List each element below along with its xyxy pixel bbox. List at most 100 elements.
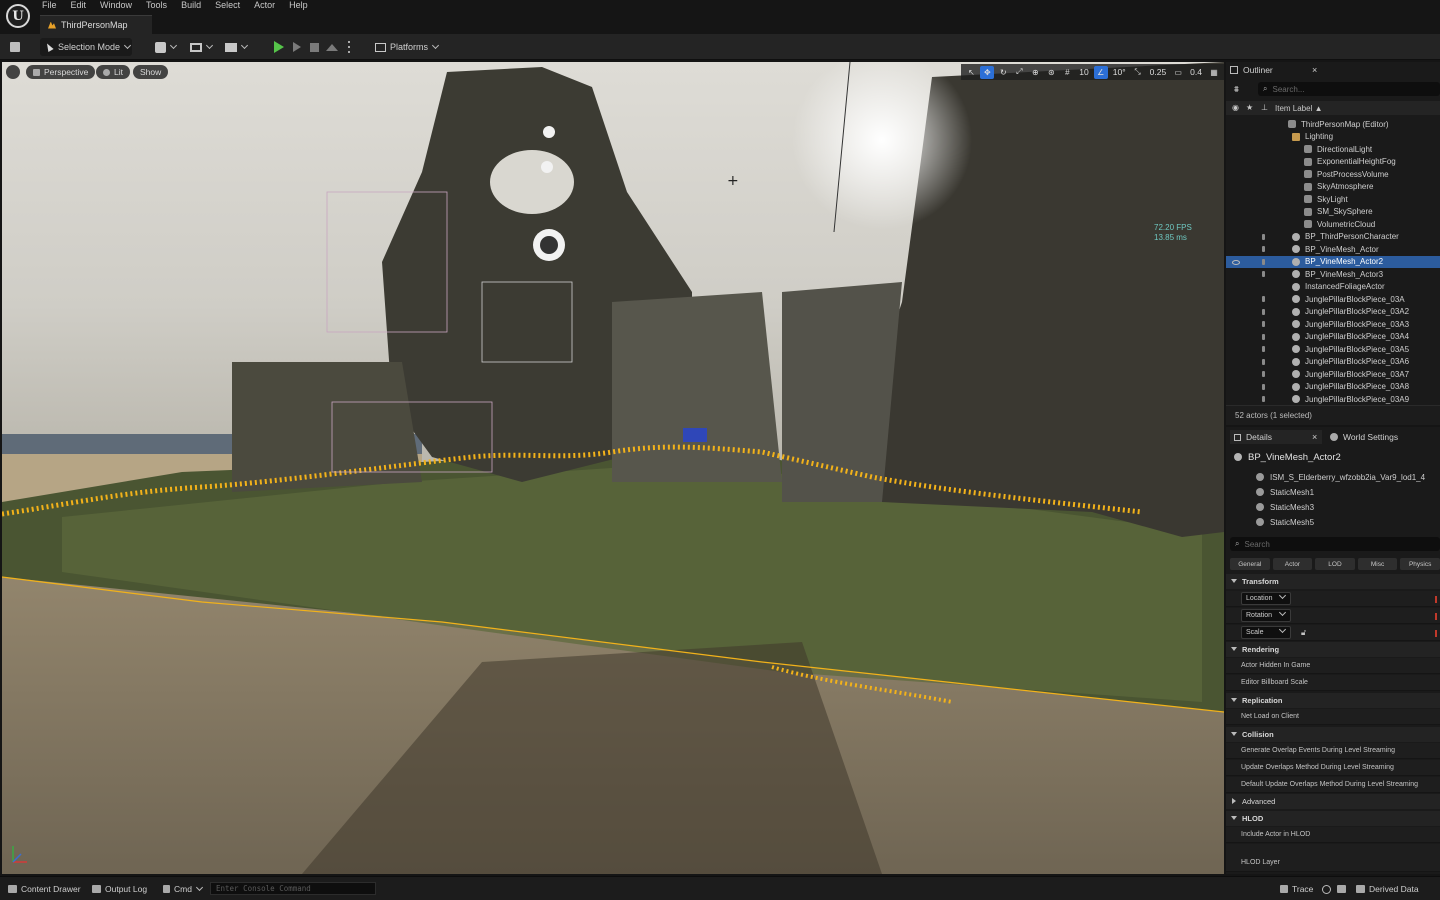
actor-hidden-row[interactable]: Actor Hidden In Game [1226,658,1440,674]
pin-icon[interactable] [1262,233,1265,240]
details-tab[interactable]: Details × [1230,430,1322,444]
select-tool-icon[interactable]: ↖ [964,66,978,79]
filter-general[interactable]: General [1230,558,1270,570]
pin-icon[interactable] [1262,321,1265,327]
play-options-button[interactable] [348,38,350,56]
component-item[interactable]: StaticMesh1 [1256,485,1314,499]
outliner-row[interactable]: InstancedFoliageActor [1226,281,1440,294]
outliner-row[interactable]: JunglePillarBlockPiece_03A6 [1226,356,1440,369]
close-icon[interactable]: × [1312,432,1317,442]
outliner-row[interactable]: JunglePillarBlockPiece_03A4 [1226,331,1440,344]
outliner-row[interactable]: SkyLight [1226,193,1440,206]
show-button[interactable]: Show [133,65,169,79]
include-hlod-row[interactable]: Include Actor in HLOD [1226,827,1440,843]
menu-file[interactable]: File [42,0,64,12]
filter-physics[interactable]: Physics [1400,558,1440,570]
grid-snap-icon[interactable]: # [1060,66,1074,79]
pin-icon[interactable] [1262,383,1265,390]
item-label-column[interactable]: Item Label ▲ [1275,104,1323,113]
rendering-section[interactable]: Rendering [1226,642,1440,657]
outliner-row[interactable]: JunglePillarBlockPiece_03A3 [1226,318,1440,331]
derived-data-button[interactable]: Derived Data [1356,882,1419,896]
viewport-menu-button[interactable] [6,65,20,79]
lock-icon[interactable]: 🔓︎ [1301,628,1306,638]
level-viewport[interactable]: Perspective Lit Show ↖ ✥ ↻ ⤢ ⊕ ⊛ # 10 ∠ … [2,62,1224,874]
advanced-section[interactable]: Advanced [1226,794,1440,809]
outliner-row[interactable]: VolumetricCloud [1226,218,1440,231]
pin-icon[interactable] [1262,396,1265,402]
location-dropdown[interactable]: Location [1241,591,1291,605]
perspective-button[interactable]: Perspective [26,65,96,79]
pin-icon[interactable] [1262,271,1265,277]
console-input[interactable]: Enter Console Command [210,882,376,895]
scale-snap-icon[interactable]: ⤡ [1131,66,1145,79]
pin-icon[interactable] [1262,358,1265,365]
pin-icon[interactable] [1262,333,1265,340]
eject-button[interactable] [326,38,338,56]
source-control-button[interactable] [1322,882,1331,896]
pin-icon[interactable] [1262,296,1265,302]
selected-actor-name[interactable]: BP_VineMesh_Actor2 [1234,450,1341,464]
outliner-row[interactable]: Lighting [1226,131,1440,144]
content-drawer-button[interactable]: Content Drawer [8,882,81,896]
viewport-layout-icon[interactable]: ▦ [1207,66,1221,79]
world-space-icon[interactable]: ⊕ [1028,66,1042,79]
collision-section[interactable]: Collision [1226,727,1440,742]
filter-button[interactable]: ⩩ [1234,82,1239,96]
selection-mode-dropdown[interactable]: Selection Mode [40,38,132,56]
hlod-layer-row[interactable]: HLOD Layer [1226,844,1440,872]
outliner-row[interactable]: BP_ThirdPersonCharacter [1226,231,1440,244]
rotation-snap-value[interactable]: 10° [1110,67,1129,77]
outliner-row[interactable]: JunglePillarBlockPiece_03A [1226,293,1440,306]
cinematics-button[interactable] [225,38,249,56]
camera-speed-value[interactable]: 0.4 [1187,67,1205,77]
outliner-row[interactable]: BP_VineMesh_Actor2 [1226,255,1440,268]
move-tool-icon[interactable]: ✥ [980,65,995,79]
menu-edit[interactable]: Edit [71,0,94,12]
filter-misc[interactable]: Misc [1357,558,1398,570]
output-log-button[interactable]: Output Log [92,882,147,896]
rotation-snap-icon[interactable]: ∠ [1093,65,1108,79]
component-item[interactable]: StaticMesh5 [1256,515,1314,529]
pin-icon[interactable] [1262,246,1265,252]
scale-tool-icon[interactable]: ⤢ [1012,66,1026,79]
net-load-row[interactable]: Net Load on Client [1226,709,1440,725]
outliner-row[interactable]: JunglePillarBlockPiece_03A5 [1226,343,1440,356]
world-settings-tab[interactable]: World Settings [1330,430,1398,444]
billboard-scale-row[interactable]: Editor Billboard Scale [1226,675,1440,691]
close-icon[interactable]: × [1312,65,1317,75]
pin-icon[interactable] [1262,258,1265,265]
component-item[interactable]: ISM_S_Elderberry_wfzobb2ia_Var9_lod1_4 [1256,470,1425,484]
skip-button[interactable] [293,38,301,56]
grid-snap-value[interactable]: 10 [1076,67,1091,77]
trace-button[interactable]: Trace [1280,882,1313,896]
blueprint-button[interactable] [190,38,214,56]
component-item[interactable]: StaticMesh3 [1256,500,1314,514]
outliner-row[interactable]: JunglePillarBlockPiece_03A7 [1226,368,1440,381]
scale-snap-value[interactable]: 0.25 [1147,67,1170,77]
cmd-dropdown[interactable]: Cmd [163,882,203,896]
outliner-row[interactable]: PostProcessVolume [1226,168,1440,181]
transform-section[interactable]: Transform [1226,574,1440,589]
menu-window[interactable]: Window [100,0,139,12]
outliner-tab[interactable]: Outliner × [1230,63,1330,77]
update-overlap-row[interactable]: Update Overlaps Method During Level Stre… [1226,760,1440,776]
menu-tools[interactable]: Tools [146,0,174,12]
outliner-row[interactable]: BP_VineMesh_Actor3 [1226,268,1440,281]
save-button[interactable] [10,38,20,56]
outliner-row[interactable]: ExponentialHeightFog [1226,156,1440,169]
outliner-row[interactable]: ThirdPersonMap (Editor) [1226,118,1440,131]
outliner-search-input[interactable]: ⌕ Search... [1258,82,1440,96]
play-button[interactable] [274,38,284,56]
menu-actor[interactable]: Actor [254,0,282,12]
outliner-row[interactable]: JunglePillarBlockPiece_03A9 [1226,393,1440,406]
gen-overlap-row[interactable]: Generate Overlap Events During Level Str… [1226,743,1440,759]
pin-icon[interactable] [1262,371,1265,377]
outliner-row[interactable]: DirectionalLight [1226,143,1440,156]
visibility-eye-icon[interactable] [1232,259,1240,265]
scale-dropdown[interactable]: Scale [1241,625,1291,639]
filter-lod[interactable]: LOD [1315,558,1355,570]
lit-mode-button[interactable]: Lit [96,65,130,79]
outliner-row[interactable]: SkyAtmosphere [1226,181,1440,194]
details-search-input[interactable]: ⌕ Search [1230,537,1440,551]
